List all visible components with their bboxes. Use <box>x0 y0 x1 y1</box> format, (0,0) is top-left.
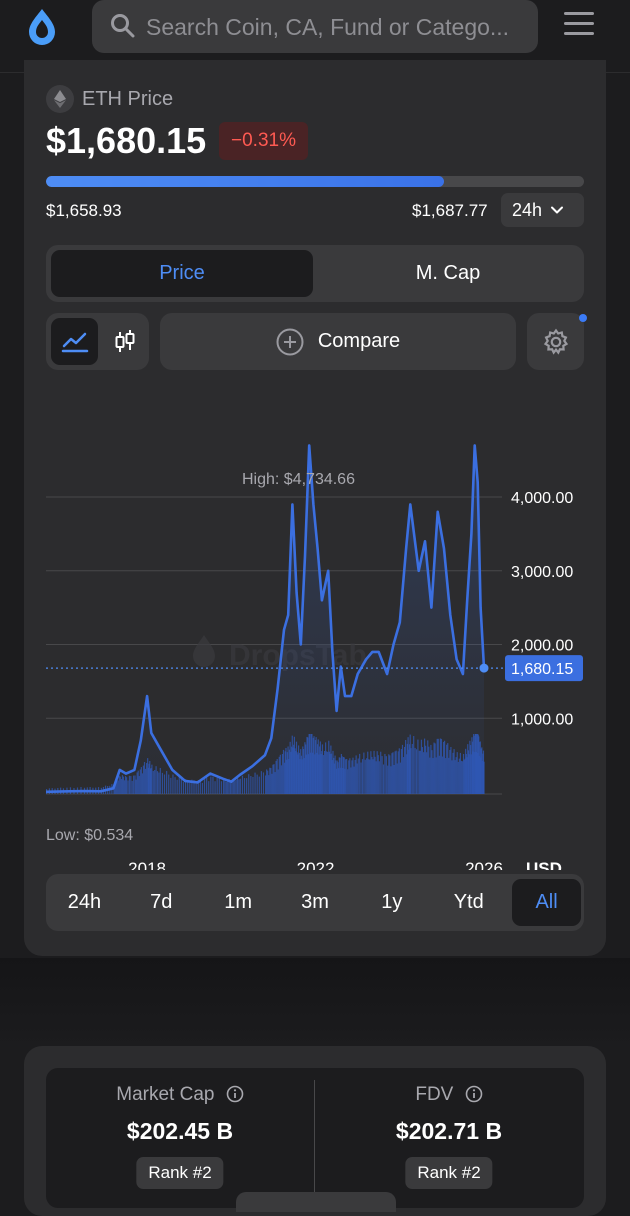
fdv-value: $202.71 B <box>395 1118 503 1144</box>
period-value: 24h <box>512 199 543 220</box>
bottom-handle <box>236 1192 396 1212</box>
range-1y[interactable]: 1y <box>353 879 430 926</box>
menu-icon[interactable] <box>564 12 594 40</box>
ethereum-logo-icon <box>46 85 74 113</box>
fdv-label: FDV <box>315 1084 583 1106</box>
coin-name: ETH Price <box>82 87 174 110</box>
day-range-bar <box>46 176 584 187</box>
x-axis: 2018 2022 2026 <box>128 859 503 870</box>
range-3m[interactable]: 3m <box>277 879 354 926</box>
info-icon[interactable] <box>226 1085 244 1103</box>
dropstab-logo-icon[interactable] <box>22 6 62 48</box>
price-mcap-toggle: Price M. Cap <box>46 245 584 302</box>
y-tick-label: 1,000.00 <box>511 711 573 728</box>
market-cap-rank-badge: Rank #2 <box>136 1157 224 1189</box>
current-price: $1,680.15 <box>46 120 207 161</box>
price-chart[interactable]: DropsTab 1,000.002,000.003,000.004,000.0… <box>24 400 606 870</box>
market-cap-label: Market Cap <box>46 1084 314 1106</box>
gear-icon <box>543 328 568 355</box>
day-range-fill <box>46 176 445 187</box>
coin-title: ETH Price <box>46 84 173 114</box>
range-1m[interactable]: 1m <box>200 879 277 926</box>
plus-circle-icon <box>276 328 304 355</box>
range-7d[interactable]: 7d <box>123 879 200 926</box>
range-all[interactable]: All <box>512 879 581 926</box>
y-tick-label: 3,000.00 <box>511 564 573 581</box>
range-high: $1,687.77 <box>412 201 488 220</box>
notification-dot <box>579 314 587 322</box>
price-change-badge: −0.31% <box>219 122 308 160</box>
low-label: Low: $0.534 <box>46 827 133 844</box>
fdv-stat: FDV $202.71 B Rank #2 <box>315 1068 583 1208</box>
y-axis: 1,000.00 2,000.00 3,000.00 4,000.00 <box>511 490 573 728</box>
currency-label: USD <box>526 859 562 870</box>
tab-market-cap[interactable]: M. Cap <box>317 250 579 297</box>
range-low: $1,658.93 <box>46 201 122 220</box>
range-ytd[interactable]: Ytd <box>430 879 507 926</box>
chevron-down-icon <box>551 206 564 214</box>
stats-panel: Market Cap $202.45 B Rank #2 FDV $202.71… <box>46 1068 584 1208</box>
candlestick-icon <box>115 329 134 352</box>
chart-settings-button[interactable] <box>527 313 584 370</box>
market-cap-stat: Market Cap $202.45 B Rank #2 <box>46 1068 314 1208</box>
y-tick-label: 2,000.00 <box>511 638 573 655</box>
search-icon <box>111 14 135 38</box>
line-chart-icon <box>61 332 88 352</box>
chart-type-switch <box>46 313 149 370</box>
high-label: High: $4,734.66 <box>242 471 355 488</box>
tab-price[interactable]: Price <box>51 250 313 297</box>
fdv-rank-badge: Rank #2 <box>405 1157 493 1189</box>
compare-button[interactable]: Compare <box>160 313 516 370</box>
search-input[interactable] <box>144 8 528 46</box>
info-icon[interactable] <box>465 1085 483 1103</box>
x-tick-label: 2018 <box>128 859 166 870</box>
current-price-badge-label: 1,680.15 <box>511 661 573 678</box>
range-24h[interactable]: 24h <box>46 879 123 926</box>
current-price-dot <box>479 663 489 673</box>
line-chart-button[interactable] <box>51 318 98 365</box>
search-box[interactable] <box>92 0 538 53</box>
y-tick-label: 4,000.00 <box>511 490 573 507</box>
x-tick-label: 2022 <box>297 859 335 870</box>
period-dropdown[interactable]: 24h <box>501 193 584 227</box>
market-cap-value: $202.45 B <box>126 1118 234 1144</box>
price-card: ETH Price $1,680.15 −0.31% $1,658.93 $1,… <box>24 60 606 956</box>
candlestick-chart-button[interactable] <box>101 318 148 365</box>
section-gap <box>0 958 630 1048</box>
stats-card: Market Cap $202.45 B Rank #2 FDV $202.71… <box>24 1046 606 1216</box>
compare-label: Compare <box>317 330 401 352</box>
time-range-selector: 24h 7d 1m 3m 1y Ytd All <box>46 874 584 931</box>
x-tick-label: 2026 <box>465 859 503 870</box>
